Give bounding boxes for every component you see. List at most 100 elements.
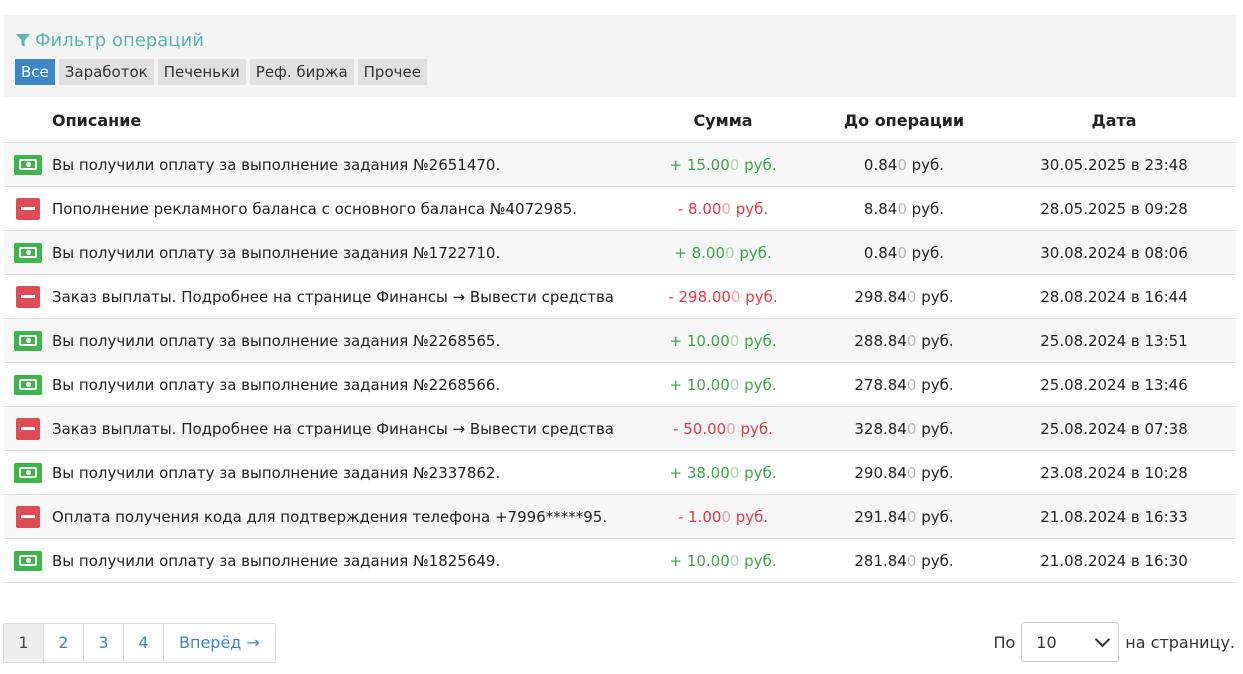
row-before: 0.840 руб. <box>814 244 994 262</box>
row-sum-unit: руб. <box>739 331 777 350</box>
row-sum: - 8.000 руб. <box>632 200 814 218</box>
row-sum-main: + 10.00 <box>669 375 730 394</box>
page-3-link[interactable]: 3 <box>84 624 124 662</box>
table-row: Вы получили оплату за выполнение задания… <box>4 363 1236 407</box>
row-before-main: 328.84 <box>854 419 907 438</box>
row-icon-cell <box>4 330 52 351</box>
row-sum-main: + 10.00 <box>669 551 730 570</box>
table-header: Описание Сумма До операции Дата <box>4 98 1236 143</box>
row-icon-cell <box>4 285 52 308</box>
row-sum-main: - 1.00 <box>677 507 722 526</box>
row-sum-faint: 0 <box>725 243 735 262</box>
filter-earnings-button[interactable]: Заработок <box>58 59 154 85</box>
row-before-main: 8.84 <box>863 199 898 218</box>
per-page-control: По 10 на страницу. <box>993 622 1235 662</box>
row-description: Пополнение рекламного баланса с основног… <box>52 199 578 218</box>
per-page-suffix: на страницу. <box>1125 632 1235 652</box>
page-4-link[interactable]: 4 <box>124 624 164 662</box>
row-before-unit: руб. <box>916 463 954 482</box>
row-sum-unit: руб. <box>739 551 777 570</box>
row-before: 328.840 руб. <box>814 420 994 438</box>
row-before-unit: руб. <box>916 419 954 438</box>
row-icon-cell <box>4 417 52 440</box>
row-before: 298.840 руб. <box>814 288 994 306</box>
header-sum: Сумма <box>693 110 753 130</box>
row-description: Заказ выплаты. Подробнее на странице Фин… <box>52 419 614 438</box>
row-sum-faint: 0 <box>729 551 740 570</box>
minus-icon <box>16 505 40 528</box>
row-sum: + 10.000 руб. <box>632 332 814 350</box>
filter-ref-exchange-button[interactable]: Реф. биржа <box>249 59 354 85</box>
money-icon <box>14 462 42 483</box>
per-page-value: 10 <box>1036 632 1057 652</box>
per-page-select[interactable]: 10 <box>1021 622 1120 662</box>
filter-cookies-button[interactable]: Печеньки <box>157 59 246 85</box>
table-row: Заказ выплаты. Подробнее на странице Фин… <box>4 275 1236 319</box>
row-before-faint: 0 <box>906 331 917 350</box>
next-page-link[interactable]: Вперёд → <box>164 624 275 662</box>
row-icon-cell <box>4 505 52 528</box>
filter-all-button[interactable]: Все <box>15 59 55 85</box>
row-before-faint: 0 <box>897 199 907 218</box>
row-sum-faint: 0 <box>729 155 740 174</box>
filter-other-button[interactable]: Прочее <box>357 59 427 85</box>
money-icon <box>14 330 42 351</box>
row-sum-faint: 0 <box>721 199 731 218</box>
row-sum-main: + 15.00 <box>669 155 730 174</box>
funnel-icon <box>16 33 30 47</box>
row-description: Вы получили оплату за выполнение задания… <box>52 375 501 394</box>
row-before: 290.840 руб. <box>814 464 994 482</box>
row-date: 23.08.2024 в 10:28 <box>1040 463 1188 482</box>
row-icon-cell <box>4 462 52 483</box>
page-1-link[interactable]: 1 <box>4 624 44 662</box>
row-icon-cell <box>4 242 52 263</box>
row-icon-cell <box>4 550 52 571</box>
row-before: 0.840 руб. <box>814 156 994 174</box>
row-before: 278.840 руб. <box>814 376 994 394</box>
row-description: Вы получили оплату за выполнение задания… <box>52 463 501 482</box>
row-icon-cell <box>4 197 52 220</box>
per-page-prefix: По <box>993 632 1016 652</box>
row-before-main: 0.84 <box>863 155 898 174</box>
table-row: Вы получили оплату за выполнение задания… <box>4 539 1236 583</box>
row-before-faint: 0 <box>897 155 907 174</box>
filter-buttons: Все Заработок Печеньки Реф. биржа Прочее <box>15 59 427 85</box>
minus-icon <box>16 197 40 220</box>
row-sum: - 50.000 руб. <box>632 420 814 438</box>
row-before-unit: руб. <box>906 243 945 262</box>
row-sum: + 8.000 руб. <box>632 244 814 262</box>
chevron-down-icon <box>1094 631 1111 648</box>
row-before-faint: 0 <box>906 419 917 438</box>
money-icon <box>14 374 42 395</box>
row-before-main: 281.84 <box>854 551 907 570</box>
table-row: Вы получили оплату за выполнение задания… <box>4 231 1236 275</box>
row-before-faint: 0 <box>906 375 917 394</box>
row-description: Вы получили оплату за выполнение задания… <box>52 243 501 262</box>
row-sum-faint: 0 <box>726 419 736 438</box>
row-description: Вы получили оплату за выполнение задания… <box>52 551 501 570</box>
row-before: 8.840 руб. <box>814 200 994 218</box>
table-row: Пополнение рекламного баланса с основног… <box>4 187 1236 231</box>
table-body: Вы получили оплату за выполнение задания… <box>4 143 1236 583</box>
row-sum: + 15.000 руб. <box>632 156 814 174</box>
money-icon <box>14 242 42 263</box>
row-before-faint: 0 <box>897 243 907 262</box>
row-before-main: 0.84 <box>863 243 898 262</box>
row-sum-unit: руб. <box>734 243 772 262</box>
row-sum-main: - 298.00 <box>668 287 731 306</box>
minus-icon <box>16 417 40 440</box>
row-before-unit: руб. <box>906 155 945 174</box>
row-sum-unit: руб. <box>730 507 769 526</box>
money-icon <box>14 550 42 571</box>
page-2-link[interactable]: 2 <box>44 624 84 662</box>
row-sum-main: - 8.00 <box>677 199 722 218</box>
row-sum-unit: руб. <box>739 463 777 482</box>
row-before-main: 278.84 <box>854 375 907 394</box>
row-sum-main: + 8.00 <box>674 243 725 262</box>
header-date: Дата <box>1091 110 1137 130</box>
row-sum-faint: 0 <box>729 331 740 350</box>
row-date: 21.08.2024 в 16:33 <box>1040 507 1188 526</box>
row-before-faint: 0 <box>906 287 917 306</box>
minus-icon <box>16 285 40 308</box>
row-sum-unit: руб. <box>735 419 773 438</box>
